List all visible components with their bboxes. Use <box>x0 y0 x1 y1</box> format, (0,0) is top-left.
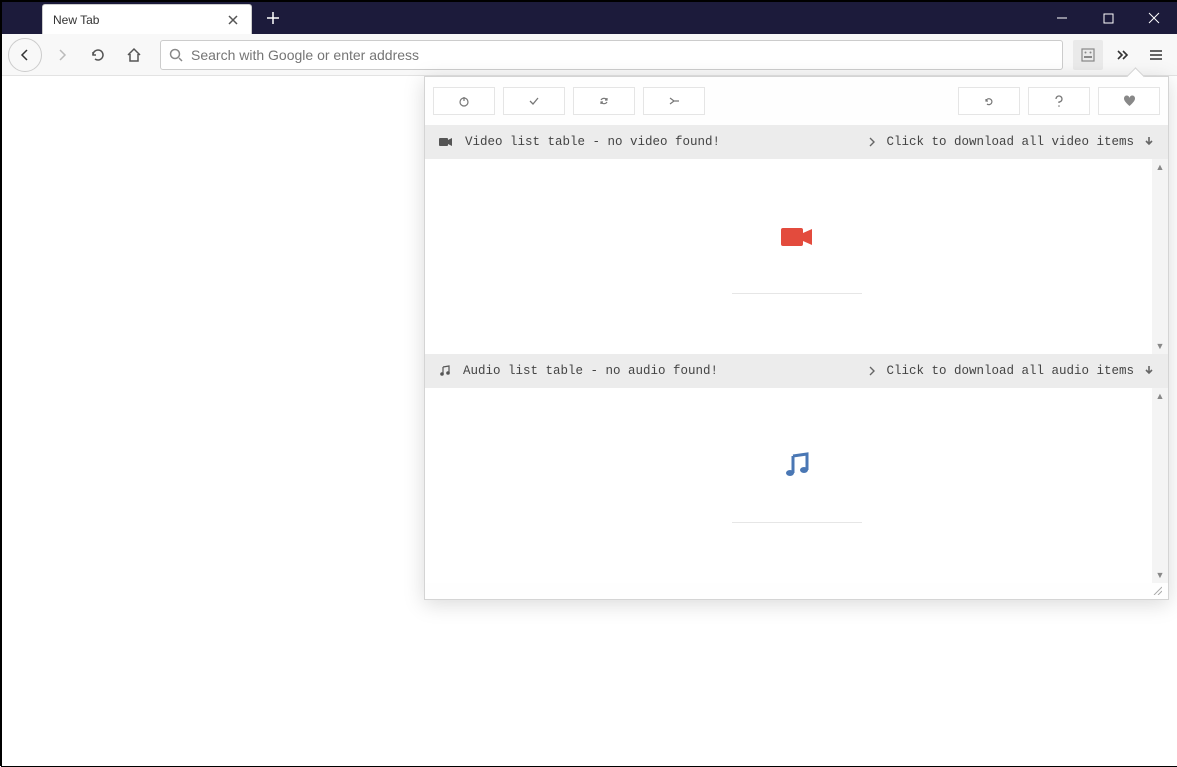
scroll-up-icon[interactable]: ▲ <box>1152 388 1168 404</box>
help-button[interactable] <box>1028 87 1090 115</box>
extension-popup-panel: Video list table - no video found! Click… <box>424 76 1169 600</box>
download-all-video-button[interactable]: Click to download all video items <box>868 135 1154 149</box>
video-list-header: Video list table - no video found! Click… <box>425 125 1168 159</box>
audio-download-all-label: Click to download all audio items <box>886 364 1134 378</box>
refresh-list-button[interactable] <box>573 87 635 115</box>
scroll-down-icon[interactable]: ▼ <box>1152 567 1168 583</box>
download-arrow-icon <box>1144 136 1154 148</box>
address-bar[interactable] <box>160 40 1063 70</box>
forward-button[interactable] <box>46 39 78 71</box>
search-icon <box>169 48 183 62</box>
chevron-right-icon <box>868 366 876 376</box>
tab-strip: New Tab <box>2 2 288 34</box>
reload-panel-button[interactable] <box>958 87 1020 115</box>
toolbar-overflow-button[interactable] <box>1107 40 1137 70</box>
reload-button[interactable] <box>82 39 114 71</box>
divider <box>732 293 862 294</box>
chevron-right-icon <box>868 137 876 147</box>
window-controls <box>1039 2 1177 34</box>
audio-list-body: ▲ ▼ <box>425 388 1168 583</box>
home-button[interactable] <box>118 39 150 71</box>
extension-downloader-icon[interactable] <box>1073 40 1103 70</box>
audio-header-label: Audio list table - no audio found! <box>463 364 718 378</box>
back-button[interactable] <box>8 38 42 72</box>
scroll-up-icon[interactable]: ▲ <box>1152 159 1168 175</box>
new-tab-button[interactable] <box>258 3 288 33</box>
tab-title: New Tab <box>53 13 215 27</box>
check-button[interactable] <box>503 87 565 115</box>
scroll-down-icon[interactable]: ▼ <box>1152 338 1168 354</box>
close-tab-icon[interactable] <box>225 12 241 28</box>
maximize-button[interactable] <box>1085 2 1131 34</box>
audio-list-header: Audio list table - no audio found! Click… <box>425 354 1168 388</box>
video-camera-icon <box>439 137 453 147</box>
video-download-all-label: Click to download all video items <box>886 135 1134 149</box>
video-scrollbar[interactable]: ▲ ▼ <box>1152 159 1168 354</box>
video-header-label: Video list table - no video found! <box>465 135 720 149</box>
minimize-button[interactable] <box>1039 2 1085 34</box>
hamburger-menu-button[interactable] <box>1141 40 1171 70</box>
panel-toolbar <box>425 77 1168 125</box>
merge-button[interactable] <box>643 87 705 115</box>
video-placeholder-icon <box>781 226 813 248</box>
browser-tab[interactable]: New Tab <box>42 4 252 34</box>
download-all-audio-button[interactable]: Click to download all audio items <box>868 364 1154 378</box>
favorite-button[interactable] <box>1098 87 1160 115</box>
divider <box>732 522 862 523</box>
download-arrow-icon <box>1144 365 1154 377</box>
video-list-body: ▲ ▼ <box>425 159 1168 354</box>
panel-footer <box>425 583 1168 599</box>
resize-handle-icon[interactable] <box>1152 585 1164 597</box>
page-content: Video list table - no video found! Click… <box>2 76 1177 766</box>
close-window-button[interactable] <box>1131 2 1177 34</box>
nav-toolbar <box>2 34 1177 76</box>
power-button[interactable] <box>433 87 495 115</box>
address-input[interactable] <box>191 47 1054 63</box>
audio-scrollbar[interactable]: ▲ ▼ <box>1152 388 1168 583</box>
window-titlebar: New Tab <box>2 2 1177 34</box>
audio-placeholder-icon <box>783 452 811 480</box>
music-note-icon <box>439 365 451 377</box>
